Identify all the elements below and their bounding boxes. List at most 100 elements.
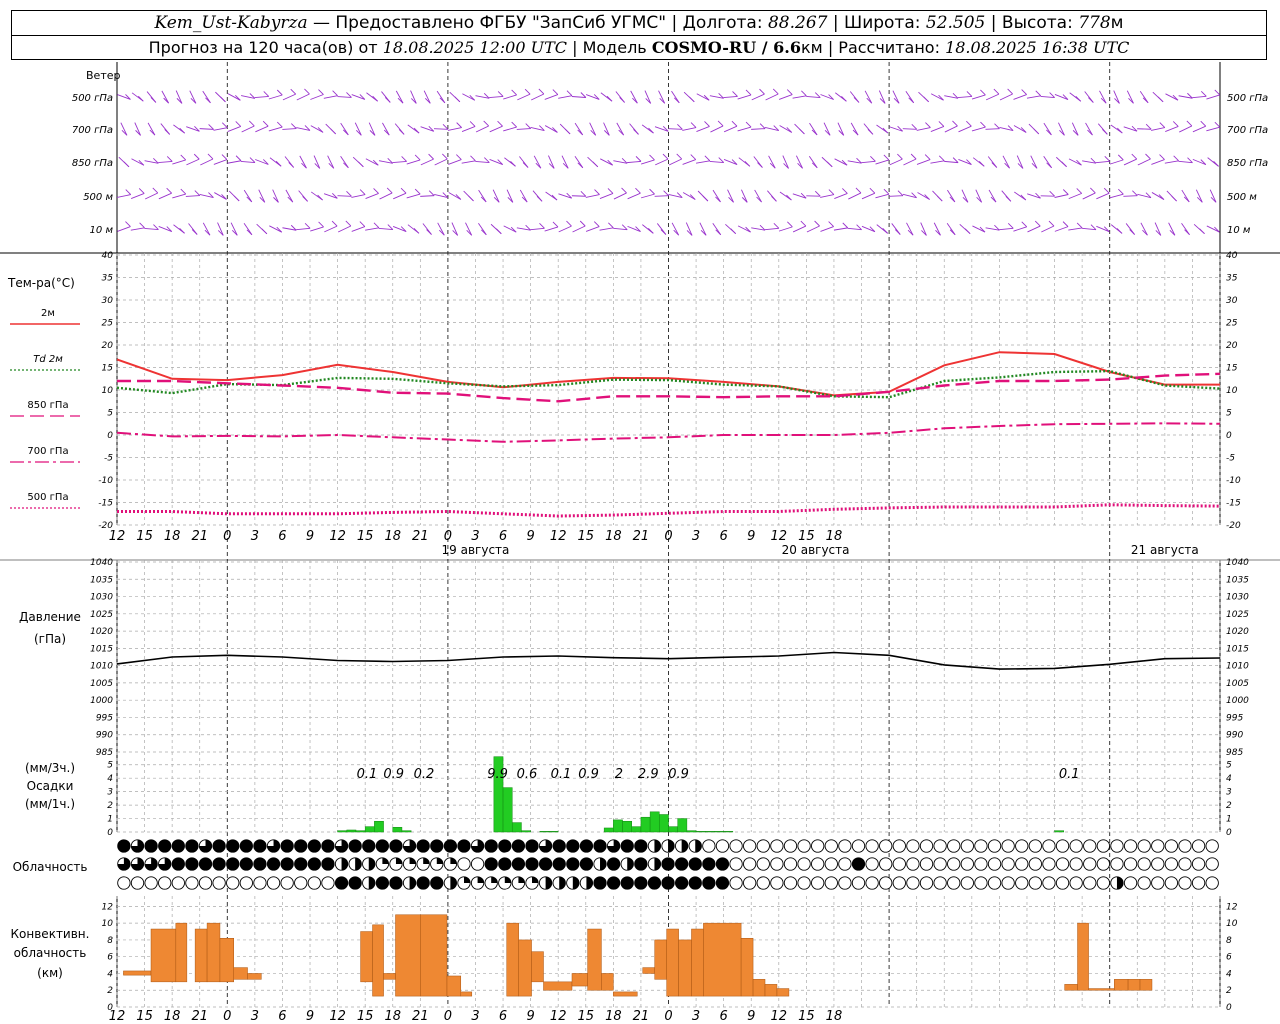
cloud-symbol [321, 876, 335, 890]
wind-barb-feather [384, 97, 391, 103]
cloud-symbol [743, 876, 757, 890]
wind-barb-feather [125, 189, 132, 195]
cloud-symbol-fill [852, 857, 865, 871]
wind-barb-feather [717, 120, 724, 127]
wind-barb-feather [566, 220, 572, 227]
wind-barb [517, 93, 531, 101]
cloud-symbol-fill [634, 857, 648, 871]
wind-barb [1096, 225, 1110, 233]
wind-barb-feather [552, 221, 559, 228]
cloud-symbol [457, 857, 471, 871]
temp-ylabel: Тем-ра(°C) [7, 276, 75, 290]
temp-tick-left: -15 [98, 499, 113, 509]
wind-barb-feather [1172, 121, 1179, 127]
wind-barb [699, 222, 707, 236]
cloud-symbol [1137, 876, 1151, 890]
wind-barb [310, 125, 324, 133]
wind-barb-feather [235, 155, 242, 162]
wind-barb-feather [304, 88, 310, 95]
temp-tick-left: 25 [102, 319, 114, 329]
wind-barb [999, 93, 1013, 101]
cloud-symbol [974, 857, 988, 871]
cloud-symbol [933, 876, 947, 890]
cloud-symbol [756, 857, 770, 871]
wind-barb [1013, 94, 1027, 100]
temp-tick-right: 15 [1226, 364, 1238, 374]
cloud-symbol-fill [484, 839, 498, 853]
wind-barb [131, 158, 145, 166]
pressure-tick-right: 1005 [1226, 679, 1249, 689]
wind-barb [282, 128, 297, 130]
wind-barb [975, 189, 983, 203]
wind-barb [640, 193, 655, 199]
wind-level-label-right: 850 гПа [1227, 158, 1268, 169]
precip-bar [723, 831, 734, 833]
wind-barb [558, 225, 572, 233]
wind-barb [1165, 125, 1179, 133]
wind-barb-feather [263, 91, 270, 97]
wind-barb [571, 195, 586, 197]
wind-barb-feather [426, 229, 432, 235]
wind-barb [1096, 192, 1110, 200]
wind-barb-feather [978, 161, 985, 167]
wind-barb [778, 94, 793, 100]
cloud-symbol [144, 876, 158, 890]
wind-barb [820, 194, 834, 198]
cloud-symbol-fill [532, 876, 539, 883]
wind-barb [144, 192, 158, 200]
wind-barb-feather [1171, 195, 1177, 202]
wind-barb-feather [592, 161, 599, 168]
wind-barb-feather [373, 222, 380, 229]
cloud-symbol [1110, 839, 1124, 853]
wind-barb [506, 189, 514, 203]
conv-cloud-bar [764, 984, 778, 997]
wind-barb-feather [660, 229, 667, 235]
wind-barb [227, 160, 242, 164]
temp-tick-right: -5 [1226, 454, 1235, 464]
wind-barb-feather [1117, 154, 1124, 161]
x-tick-label-bottom: 0 [223, 1009, 231, 1024]
wind-barb [1058, 122, 1065, 136]
wind-barb-feather [1131, 153, 1138, 160]
wind-barb-feather [180, 154, 187, 161]
wind-barb [1026, 95, 1041, 99]
wind-barb-feather [413, 227, 420, 234]
wind-barb [768, 155, 776, 169]
cloud-symbol [865, 857, 879, 871]
x-tick-label-bottom: 12 [550, 1009, 567, 1024]
wind-barb [185, 195, 200, 197]
wind-barb-feather [138, 188, 145, 194]
cloud-symbol-fill [409, 876, 416, 890]
cloud-symbol-fill [607, 857, 620, 871]
cloud-symbol [1151, 876, 1165, 890]
wind-barb [1179, 125, 1193, 133]
precip-bar [686, 830, 697, 833]
cloud-symbol [470, 857, 485, 871]
cloud-symbol [906, 839, 920, 853]
wind-barb [313, 155, 321, 169]
conv-cloud-bar [420, 914, 448, 997]
cloud-symbol [879, 857, 893, 871]
x-tick-label-bottom: 6 [278, 1009, 286, 1024]
conv-cloud-bar [642, 967, 655, 974]
conv-cloud-bar [1127, 979, 1141, 991]
cloud-symbol-fill [416, 839, 430, 853]
wind-barb [971, 126, 986, 132]
wind-barb-feather [649, 188, 655, 195]
wind-barb-feather [925, 122, 931, 128]
wind-barb-feather [291, 123, 297, 129]
wind-barb [782, 155, 789, 169]
wind-barb [558, 95, 573, 99]
date-label: 19 августа [442, 543, 510, 557]
wind-barb-feather [1173, 155, 1179, 162]
wind-barb [737, 225, 751, 233]
wind-barb [1041, 225, 1055, 233]
cloud-symbol-fill [491, 876, 498, 883]
wind-barb-feather [137, 95, 144, 102]
x-tick-label-bottom: 3 [692, 1009, 700, 1024]
wind-barb-feather [607, 188, 614, 194]
wind-barb [516, 128, 531, 130]
wind-barb [723, 125, 738, 133]
temp-tick-left: 10 [102, 386, 114, 396]
wind-barb-feather [606, 95, 613, 102]
